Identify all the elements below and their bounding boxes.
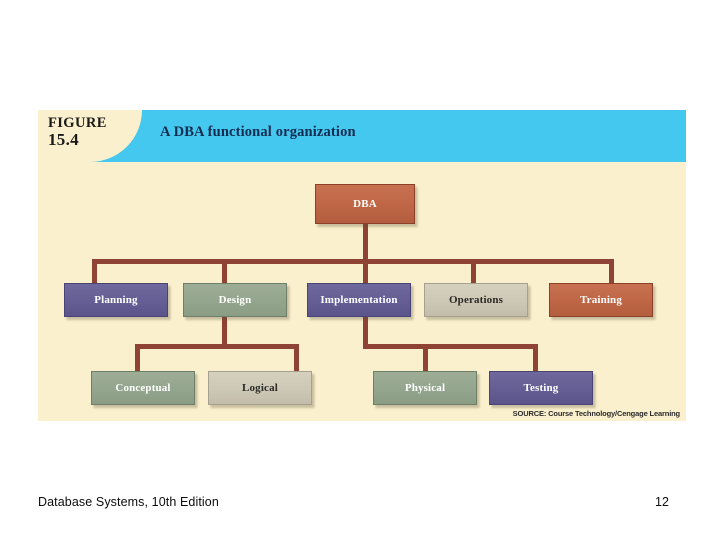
node-training-label: Training — [580, 294, 622, 306]
node-operations[interactable]: Operations — [424, 283, 528, 317]
node-dba[interactable]: DBA — [315, 184, 415, 224]
connector-drop-design — [222, 259, 227, 284]
figure-number-tab-text: FIGURE 15.4 — [48, 115, 138, 150]
node-physical-label: Physical — [404, 382, 446, 394]
node-design[interactable]: Design — [183, 283, 287, 317]
node-conceptual-label: Conceptual — [115, 382, 171, 394]
figure-word-label: FIGURE — [48, 115, 107, 131]
slide-canvas: FIGURE 15.4 A DBA functional organizatio… — [0, 0, 720, 540]
connector-design-stem — [222, 314, 227, 347]
connector-implementation-stem — [363, 314, 368, 347]
node-implementation-label: Implementation — [320, 294, 398, 306]
node-testing-label: Testing — [523, 382, 559, 394]
connector-design-bus — [135, 344, 299, 349]
node-training[interactable]: Training — [549, 283, 653, 317]
connector-drop-training — [609, 259, 614, 284]
footer-page-number: 12 — [655, 495, 669, 509]
footer-book-title: Database Systems, 10th Edition — [38, 495, 219, 509]
node-operations-label: Operations — [448, 294, 504, 306]
connector-drop-implementation — [363, 259, 368, 284]
node-dba-label: DBA — [353, 198, 377, 210]
figure-title: A DBA functional organization — [160, 124, 356, 140]
figure-container: FIGURE 15.4 A DBA functional organizatio… — [38, 110, 686, 421]
node-implementation[interactable]: Implementation — [307, 283, 411, 317]
connector-dba-stem — [363, 224, 368, 262]
node-logical-label: Logical — [242, 382, 278, 394]
node-planning[interactable]: Planning — [64, 283, 168, 317]
node-design-label: Design — [218, 294, 252, 306]
connector-implementation-bus — [363, 344, 538, 349]
connector-drop-logical — [294, 344, 299, 372]
node-logical[interactable]: Logical — [208, 371, 312, 405]
figure-source-credit: SOURCE: Course Technology/Cengage Learni… — [512, 409, 680, 418]
connector-drop-conceptual — [135, 344, 140, 372]
connector-drop-operations — [471, 259, 476, 284]
figure-number-label: 15.4 — [48, 130, 79, 150]
node-planning-label: Planning — [94, 294, 138, 306]
connector-drop-physical — [423, 344, 428, 372]
connector-drop-planning — [92, 259, 97, 284]
node-physical[interactable]: Physical — [373, 371, 477, 405]
connector-level1-bus — [92, 259, 614, 264]
connector-drop-testing — [533, 344, 538, 372]
org-chart: DBA Planning Design Implementation Opera… — [38, 162, 686, 421]
node-testing[interactable]: Testing — [489, 371, 593, 405]
node-conceptual[interactable]: Conceptual — [91, 371, 195, 405]
